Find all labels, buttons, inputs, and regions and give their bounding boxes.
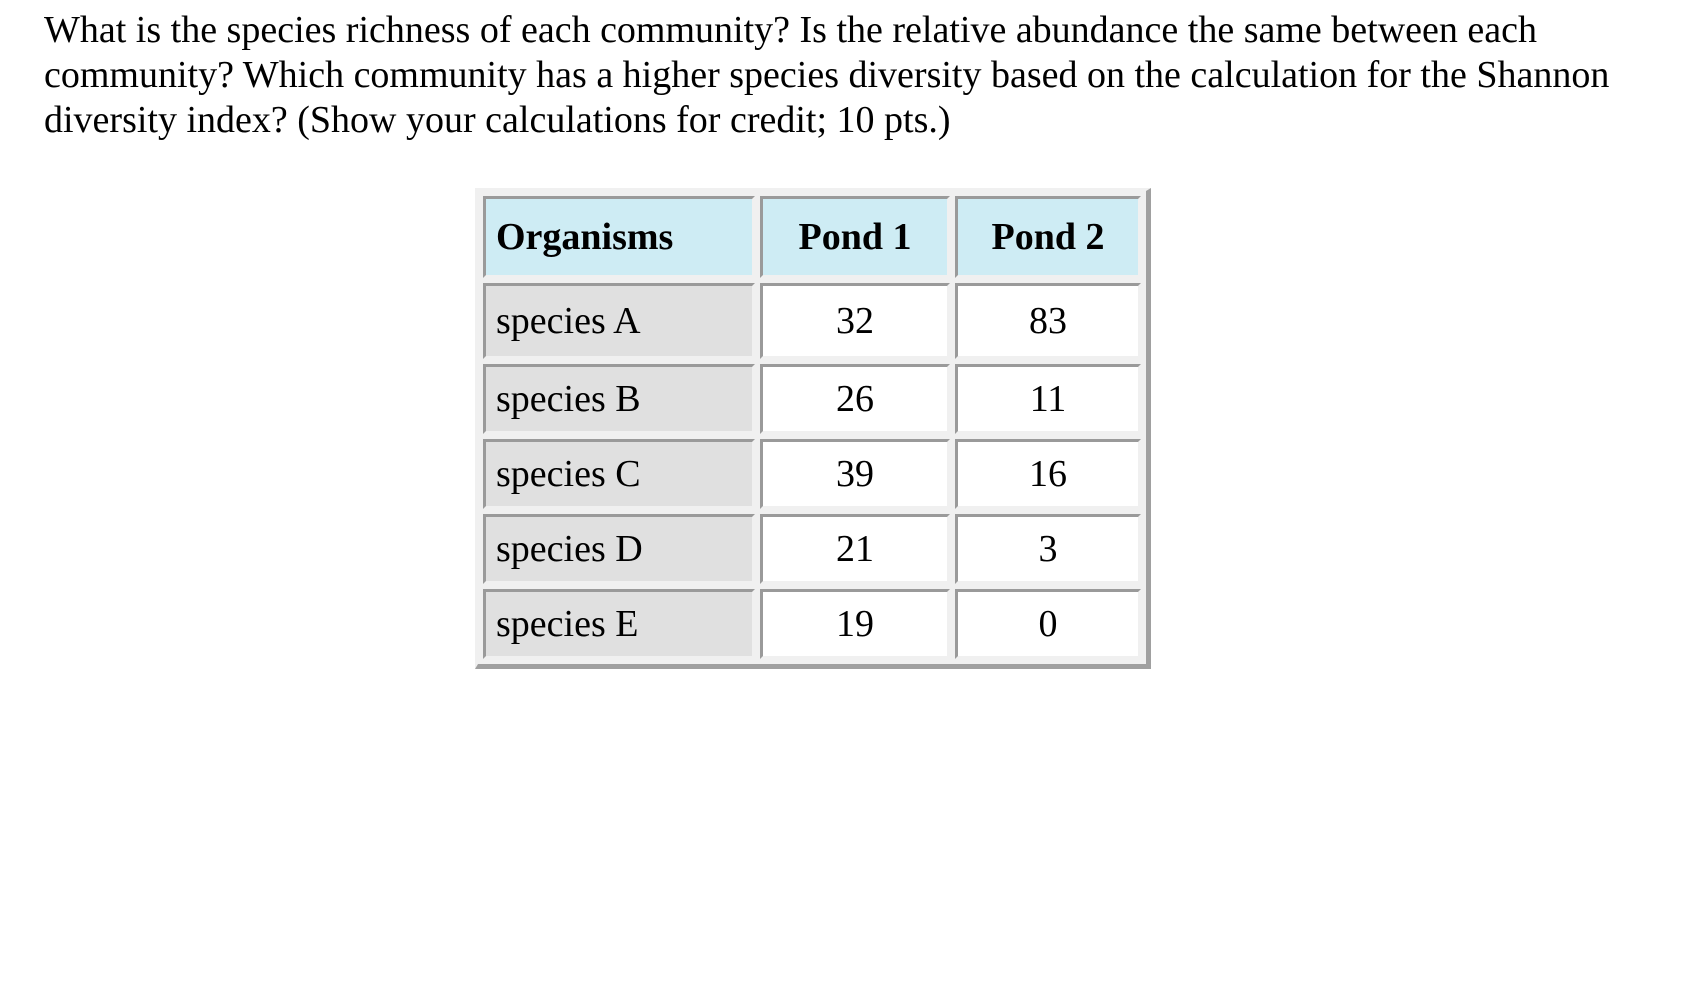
pond-1-count: 39 [760,439,950,509]
header-pond-2: Pond 2 [955,196,1141,278]
pond-2-count: 3 [955,514,1141,584]
species-table-container: Organisms Pond 1 Pond 2 species A 32 83 … [475,188,1151,669]
species-abundance-table: Organisms Pond 1 Pond 2 species A 32 83 … [475,188,1151,669]
pond-1-count: 21 [760,514,950,584]
table-row: species D 21 3 [483,514,1141,584]
table-header-row: Organisms Pond 1 Pond 2 [483,196,1141,278]
pond-1-count: 26 [760,364,950,434]
table-row: species A 32 83 [483,283,1141,359]
table-row: species E 19 0 [483,589,1141,659]
pond-1-count: 19 [760,589,950,659]
table-row: species C 39 16 [483,439,1141,509]
question-text: What is the species richness of each com… [44,9,1610,141]
organism-cell: species B [483,364,755,434]
organism-cell: species D [483,514,755,584]
header-pond-1: Pond 1 [760,196,950,278]
pond-2-count: 16 [955,439,1141,509]
table-row: species B 26 11 [483,364,1141,434]
organism-cell: species E [483,589,755,659]
pond-2-count: 11 [955,364,1141,434]
pond-2-count: 83 [955,283,1141,359]
pond-2-count: 0 [955,589,1141,659]
organism-cell: species A [483,283,755,359]
organism-cell: species C [483,439,755,509]
header-organisms: Organisms [483,196,755,278]
pond-1-count: 32 [760,283,950,359]
